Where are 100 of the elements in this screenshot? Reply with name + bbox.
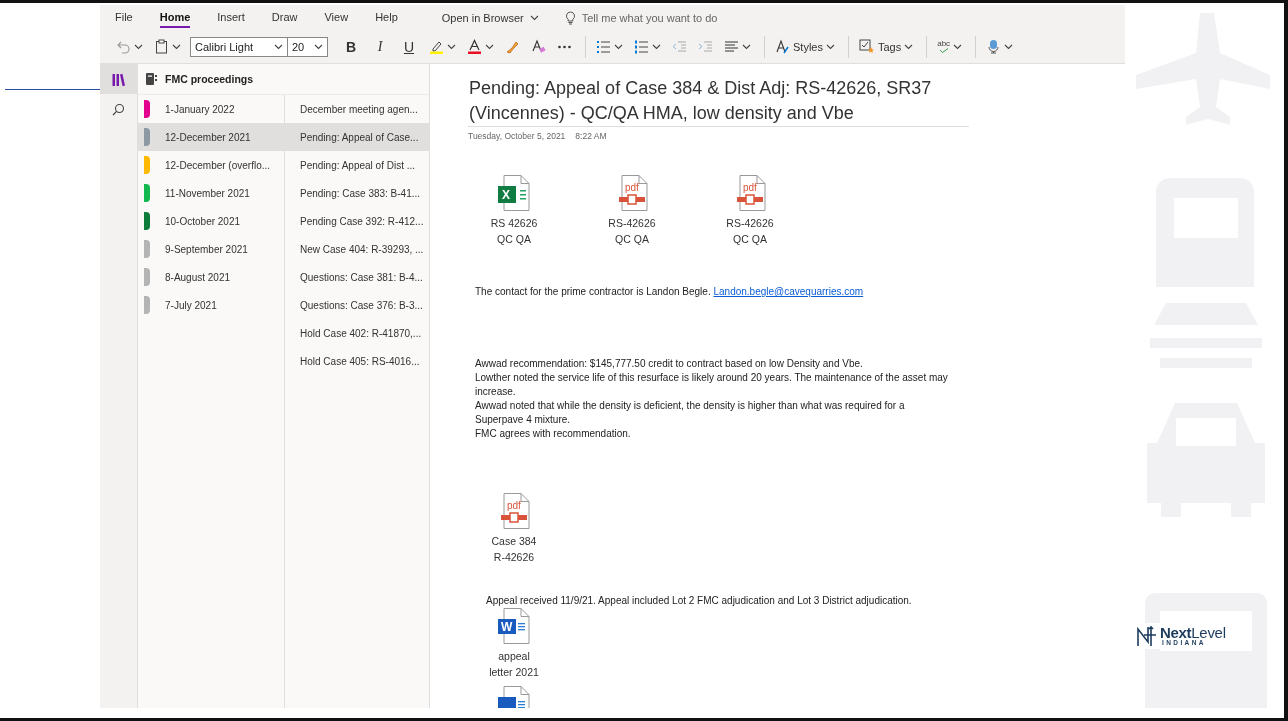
open-in-browser-button[interactable]: Open in Browser	[441, 8, 539, 27]
document-outline	[616, 175, 648, 211]
spelling-label: abc	[937, 40, 951, 48]
document-outline	[498, 608, 530, 644]
section-tab[interactable]: 12-December 2021	[138, 123, 284, 151]
chevron-down-icon[interactable]	[953, 43, 963, 50]
styles-icon	[775, 39, 790, 54]
page-date: Tuesday, October 5, 2021	[468, 131, 566, 141]
logo-wordmark: NextLevel	[1160, 625, 1226, 641]
document-outline	[734, 175, 766, 211]
library-books-icon	[112, 72, 125, 86]
underline-button[interactable]: U	[396, 35, 422, 58]
file-type-label: pdf	[743, 183, 757, 193]
menu-tab[interactable]: Draw	[271, 7, 298, 28]
section-tab[interactable]: 11-November 2021	[138, 179, 284, 207]
menu-tab[interactable]: View	[324, 7, 349, 28]
email-link[interactable]: Landon.begle@cavequarries.com	[713, 286, 864, 297]
document-outline	[498, 175, 530, 211]
notebooks-button[interactable]	[100, 64, 137, 94]
chevron-down-icon[interactable]	[1004, 43, 1014, 50]
section-tab[interactable]: 7-July 2021	[138, 291, 284, 319]
chevron-down-icon[interactable]	[134, 43, 143, 50]
attachment-label: RS-42626 QC QA	[726, 216, 774, 247]
chevron-down-icon[interactable]	[274, 43, 283, 50]
chevron-down-icon[interactable]	[614, 43, 623, 50]
menu-tab[interactable]: Help	[375, 7, 398, 28]
align-left-icon	[724, 39, 739, 54]
menu-tab[interactable]: Home	[159, 7, 191, 28]
spreadsheet-file-icon[interactable]: X	[498, 175, 530, 211]
page-list-item[interactable]: Pending: Appeal of Dist ...	[285, 151, 429, 179]
indent-icon	[698, 39, 713, 54]
page-list-item[interactable]: Pending: Appeal of Case...	[285, 123, 429, 151]
highlighter-icon	[429, 39, 444, 54]
note-text: FMC agrees with recommendation.	[475, 427, 632, 441]
styles-button[interactable]: Styles	[771, 36, 839, 57]
section-tab[interactable]: 10-October 2021	[138, 207, 284, 235]
section-tab[interactable]: 8-August 2021	[138, 263, 284, 291]
page-list-item[interactable]: Hold Case 402: R-41870,...	[285, 319, 429, 347]
menu-tab[interactable]: File	[115, 7, 133, 28]
page-list-item[interactable]: Hold Case 405: RS-4016...	[285, 347, 429, 375]
attachment-label: RS 42626 QC QA	[490, 216, 538, 247]
tag-checkbox-icon	[858, 39, 875, 54]
note-text: Awwad recommendation: $145,777.50 credit to contract based on low Density and Vbe.	[475, 357, 864, 371]
chevron-down-icon[interactable]	[652, 43, 661, 50]
section-tab[interactable]: 12-December (overflo...	[138, 151, 284, 179]
spelling-button[interactable]: abc	[933, 37, 967, 56]
chevron-down-icon[interactable]	[485, 43, 494, 50]
file-type-label: W	[501, 621, 513, 633]
file-type-label: pdf	[507, 501, 521, 511]
note-text: Appeal received 11/9/21. Appeal included Lot 2 FMC adjudication and Lot 3 District adjudication.	[485, 595, 913, 606]
page-title: Pending: Appeal of Case 384 & Dist Adj: RS-42626, SR37 (Vincennes) - QC/QA HMA, low density and Vbe	[468, 76, 969, 127]
menu-tab[interactable]: Insert	[217, 7, 245, 28]
font-name-dropdown[interactable]: Calibri Light	[190, 36, 288, 57]
page-list-item[interactable]: December meeting agen...	[285, 95, 429, 123]
chevron-down-icon[interactable]	[172, 43, 181, 50]
pdf-file-icon[interactable]: pdf	[498, 493, 530, 529]
document-outline	[498, 493, 530, 529]
undo-icon	[116, 39, 131, 54]
attachment-label: Case 384 R-42626	[491, 534, 537, 565]
clipboard-icon	[154, 39, 169, 54]
tags-button[interactable]: Tags	[854, 36, 918, 57]
bulleted-list-icon	[596, 39, 611, 54]
bold-button[interactable]: B	[338, 35, 364, 58]
search-icon	[112, 102, 125, 116]
section-tab[interactable]: 1-January 2022	[138, 95, 284, 123]
font-size-dropdown[interactable]: 20	[288, 36, 328, 57]
check-icon	[938, 48, 949, 53]
chevron-down-icon[interactable]	[742, 43, 751, 50]
font-color-icon	[467, 39, 482, 54]
chevron-down-icon[interactable]	[314, 43, 323, 50]
section-tab[interactable]: 9-September 2021	[138, 235, 284, 263]
chevron-down-icon[interactable]	[825, 43, 835, 50]
file-type-label: pdf	[625, 183, 639, 193]
microphone-icon	[986, 39, 1002, 54]
page-time: 8:22 AM	[575, 131, 607, 141]
tell-me-search-field[interactable]: Tell me what you want to do	[581, 9, 762, 26]
page-list-item[interactable]: New Case 404: R-39293, ...	[285, 235, 429, 263]
lightbulb-icon[interactable]	[564, 10, 576, 25]
chevron-down-icon[interactable]	[904, 43, 914, 50]
contact-text: The contact for the prime contractor is Landon Begle. Landon.begle@cavequarries.com	[474, 285, 865, 299]
page-list-item[interactable]: Questions: Case 381: B-4...	[285, 263, 429, 291]
page-list-item[interactable]: Pending: Case 383: B-41...	[285, 179, 429, 207]
page-list-item[interactable]: Pending Case 392: R-412...	[285, 207, 429, 235]
pdf-file-icon[interactable]: pdf	[734, 175, 766, 211]
attachment-label: appeal letter 2021	[489, 649, 539, 680]
outdent-icon	[672, 39, 687, 54]
pdf-file-icon[interactable]: pdf	[616, 175, 648, 211]
logo-mark-icon	[1137, 625, 1157, 647]
paintbrush-icon	[505, 39, 520, 54]
file-type-label: X	[502, 189, 510, 201]
note-text: Lowther noted the service life of this resurface is likely around 20 years. The maintenance of the asset may increase.	[475, 371, 949, 399]
chevron-down-icon[interactable]	[447, 43, 456, 50]
note-text: Awwad noted that while the density is deficient, the density is higher than what was required for a Superpave 4 mixture.	[475, 399, 906, 427]
notebook-icon	[146, 73, 157, 85]
word-document-icon[interactable]: W	[498, 608, 530, 644]
page-list-item[interactable]: Questions: Case 376: B-3...	[285, 291, 429, 319]
numbered-list-icon	[634, 39, 649, 54]
italic-button[interactable]: I	[367, 35, 393, 58]
attachment-label: RS-42626 QC QA	[608, 216, 656, 247]
chevron-down-icon[interactable]	[529, 15, 539, 21]
